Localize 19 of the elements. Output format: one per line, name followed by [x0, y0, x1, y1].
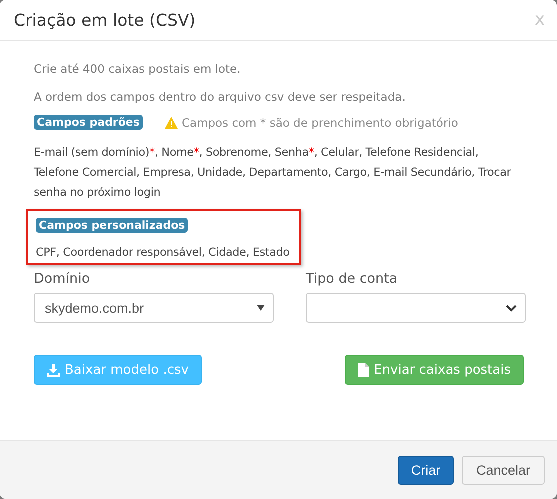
- info-text: Crie até 400 caixas postais em lote.: [34, 62, 242, 76]
- dialog-title: Criação em lote (CSV): [14, 10, 196, 30]
- warning-text: Campos com * são de prenchimento obrigatório: [182, 116, 458, 130]
- domain-select[interactable]: skydemo.com.br: [34, 293, 274, 323]
- download-icon: [47, 364, 60, 376]
- cancel-button[interactable]: Cancelar: [462, 456, 545, 484]
- field-list-text: CPF, Coordenador responsável, Cidade, Estado: [36, 246, 291, 259]
- info-text: A ordem dos campos dentro do arquivo csv deve ser respeitada.: [34, 90, 407, 104]
- field-label: Domínio: [34, 271, 92, 287]
- create-button[interactable]: Criar: [398, 456, 454, 484]
- field-list-text: E-mail (sem domínio)*, Nome*, Sobrenome, Senha*, Celular, Telefone Residencial, Telefone Comercial, Empresa, Unidade, Departamento, Cargo, E-mail Secundário, Trocar senha no próximo login: [34, 145, 512, 201]
- dropdown-arrow-icon: [257, 305, 265, 311]
- warning-icon: [164, 116, 178, 128]
- document-icon: [358, 363, 370, 377]
- section-label: Campos personalizados: [36, 218, 188, 233]
- section-label: Campos padrões: [34, 115, 143, 130]
- account-type-select[interactable]: [306, 293, 526, 323]
- field-label: Tipo de conta: [306, 271, 399, 287]
- chevron-down-icon: [506, 304, 517, 312]
